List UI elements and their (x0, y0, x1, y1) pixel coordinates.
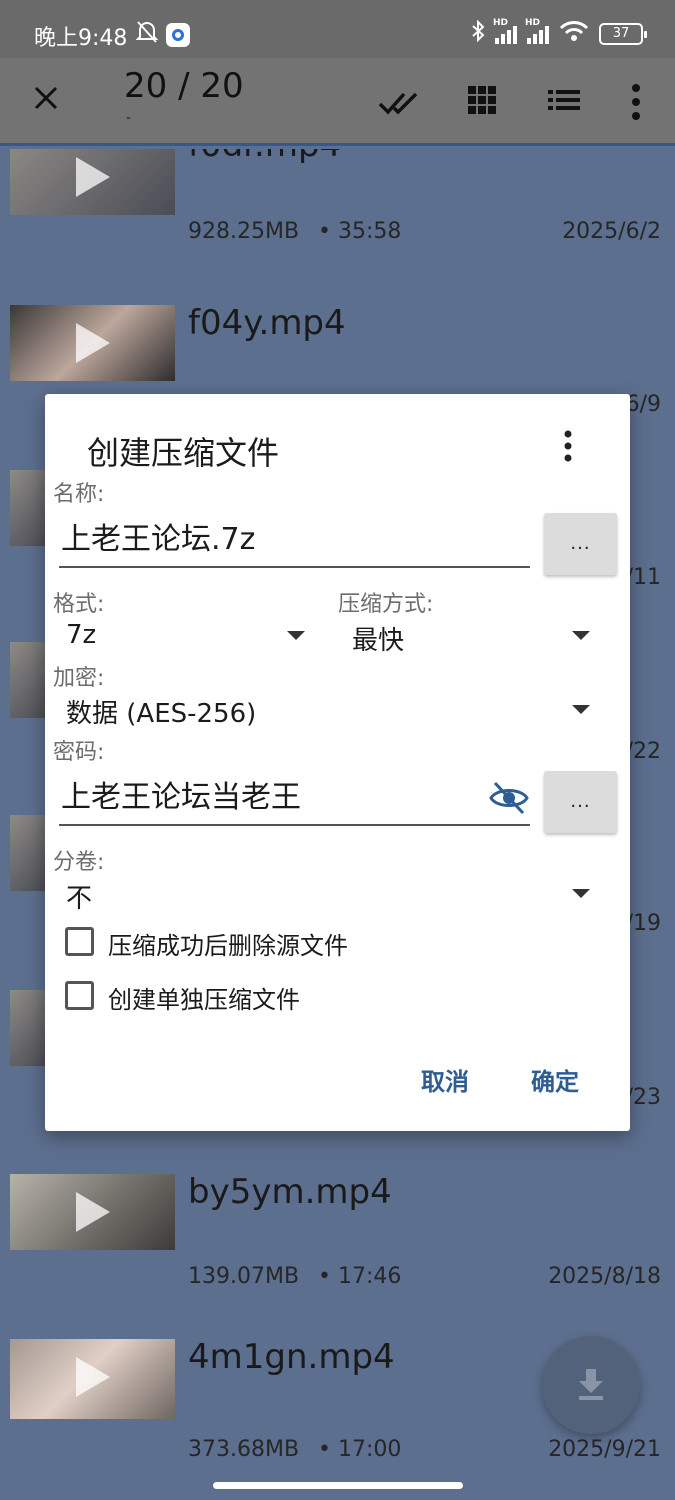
split-dropdown-icon (572, 889, 590, 898)
file-date: 2025/9/21 (548, 1437, 661, 1462)
list-view-icon[interactable] (546, 82, 588, 122)
file-size: 373.68MB (188, 1437, 300, 1462)
bluetooth-icon (471, 19, 485, 47)
dialog-title: 创建压缩文件 (87, 434, 280, 472)
split-volume-value: 不 (66, 884, 93, 914)
password-label: 密码: (53, 740, 105, 765)
list-item[interactable]: f04y.mp4 6/9 (0, 149, 675, 417)
download-icon (575, 1367, 607, 1405)
method-dropdown-icon (572, 631, 590, 640)
selection-count: 20 / 20 (124, 66, 244, 106)
ok-button[interactable]: 确定 (531, 1062, 579, 1097)
visibility-off-icon[interactable] (489, 780, 529, 816)
format-value: 7z (66, 620, 97, 650)
home-indicator[interactable] (213, 1482, 463, 1489)
grid-view-icon[interactable] (464, 82, 506, 122)
cell-signal-1-icon: HD (493, 18, 517, 44)
video-thumbnail (10, 1339, 175, 1419)
cell-signal-2-icon: HD (525, 18, 549, 44)
compression-method-label: 压缩方式: (338, 592, 434, 617)
file-duration: • 17:00 (318, 1437, 402, 1462)
select-all-icon[interactable] (378, 82, 420, 122)
format-dropdown-icon (287, 631, 305, 640)
compression-method-value: 最快 (352, 626, 405, 656)
extract-fab[interactable] (542, 1336, 640, 1434)
delete-source-checkbox[interactable] (65, 927, 94, 956)
muted-bell-icon (135, 20, 159, 49)
status-time: 晚上9:48 (34, 26, 128, 51)
cancel-button[interactable]: 取消 (421, 1062, 469, 1097)
battery-indicator: 37 (599, 22, 647, 45)
separate-archive-checkbox[interactable] (65, 981, 94, 1010)
file-name: 4m1gn.mp4 (188, 1337, 395, 1377)
separate-archive-label: 创建单独压缩文件 (108, 986, 300, 1014)
close-icon[interactable] (28, 80, 64, 116)
encryption-dropdown-icon (572, 705, 590, 714)
format-label: 格式: (53, 592, 105, 617)
name-label: 名称: (53, 482, 105, 507)
dialog-more-icon[interactable] (553, 428, 583, 464)
create-archive-dialog: 创建压缩文件 名称: 上老王论坛.7z ... 格式: 压缩方式: 7z 最快 … (45, 394, 630, 1131)
archive-name-input[interactable]: 上老王论坛.7z (59, 512, 530, 568)
encryption-value: 数据 (AES-256) (66, 699, 257, 729)
wifi-icon (559, 20, 589, 47)
status-bar: 晚上9:48 HD HD 37 (0, 0, 675, 58)
list-item[interactable]: 4m1gn.mp4 373.68MB • 17:00 2025/9/21 (0, 1181, 675, 1462)
app-notification-icon (166, 23, 190, 47)
encryption-label: 加密: (53, 666, 105, 691)
browse-password-button[interactable]: ... (544, 771, 617, 833)
split-volume-label: 分卷: (53, 850, 105, 875)
top-toolbar: 20 / 20 - (0, 58, 675, 146)
more-options-icon[interactable] (626, 82, 646, 122)
selection-subtitle: - (126, 110, 132, 126)
password-input[interactable]: 上老王论坛当老王 (59, 770, 530, 826)
browse-name-button[interactable]: ... (544, 513, 617, 575)
play-icon (76, 1357, 110, 1397)
delete-source-label: 压缩成功后删除源文件 (108, 932, 348, 960)
